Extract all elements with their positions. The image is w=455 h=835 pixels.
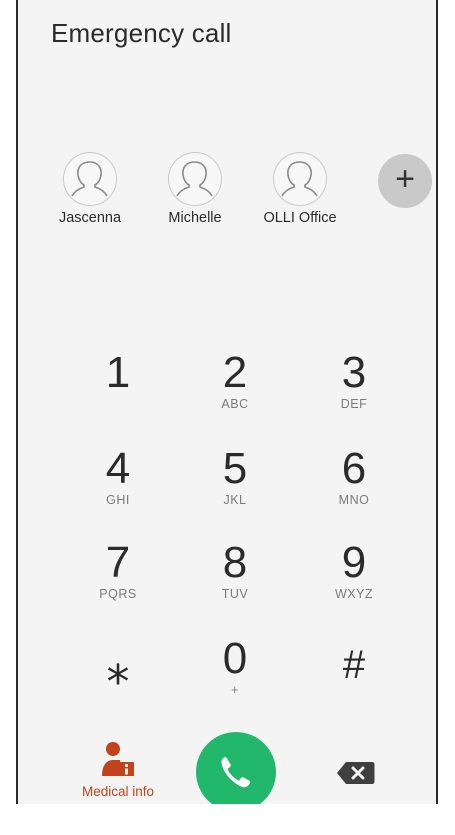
key-0[interactable]: 0 + [175,636,295,722]
contact-name: OLLI Office [263,210,337,226]
key-7[interactable]: 7 PQRS [58,540,178,626]
person-icon [63,152,117,206]
key-hash[interactable]: # [294,642,414,728]
key-letters: JKL [223,493,247,507]
key-digit: 3 [341,348,367,397]
contact-name: Michelle [168,210,222,226]
call-button[interactable] [196,732,276,804]
medical-info-label: Medical info [81,784,155,799]
page-title: Emergency call [51,18,232,48]
key-digit: 9 [341,538,367,587]
key-9[interactable]: 9 WXYZ [294,540,414,626]
contact-name: Jascenna [58,210,122,226]
medical-info-button[interactable]: Medical info [68,740,168,799]
add-contact-button[interactable]: + [378,154,432,208]
contact-jascenna[interactable]: Jascenna [40,152,140,226]
key-4[interactable]: 4 GHI [58,446,178,532]
person-icon [168,152,222,206]
backspace-icon [337,762,375,784]
key-6[interactable]: 6 MNO [294,446,414,532]
key-digit: 5 [222,444,248,493]
key-letters: TUV [221,587,249,601]
asterisk-icon: ⁎ [106,641,130,693]
key-digit: 1 [105,348,131,397]
hash-icon: # [342,643,366,687]
plus-icon: + [395,160,415,198]
key-digit: 4 [105,444,131,493]
contact-michelle[interactable]: Michelle [145,152,245,226]
key-digit: 6 [341,444,367,493]
key-digit: 7 [105,538,131,587]
phone-icon [221,757,251,788]
key-star[interactable]: ⁎ [58,640,178,726]
person-icon [273,152,327,206]
key-letters: WXYZ [334,587,374,601]
medical-info-icon [102,742,134,776]
backspace-button[interactable] [336,760,376,786]
key-letters: PQRS [99,587,137,601]
key-8[interactable]: 8 TUV [175,540,295,626]
key-letters: MNO [338,493,370,507]
key-letters: ABC [221,397,249,411]
key-1[interactable]: 1 [58,350,178,436]
key-digit: 2 [222,348,248,397]
key-letters: GHI [106,493,130,507]
key-letters: DEF [340,397,368,411]
key-digit: 8 [222,538,248,587]
key-5[interactable]: 5 JKL [175,446,295,532]
emergency-call-screen: Emergency call Jascenna Michelle OLLI Of… [16,0,438,804]
key-3[interactable]: 3 DEF [294,350,414,436]
key-letters: + [231,683,239,697]
key-digit: 0 [222,634,248,683]
key-2[interactable]: 2 ABC [175,350,295,436]
contact-olli-office[interactable]: OLLI Office [250,152,350,226]
